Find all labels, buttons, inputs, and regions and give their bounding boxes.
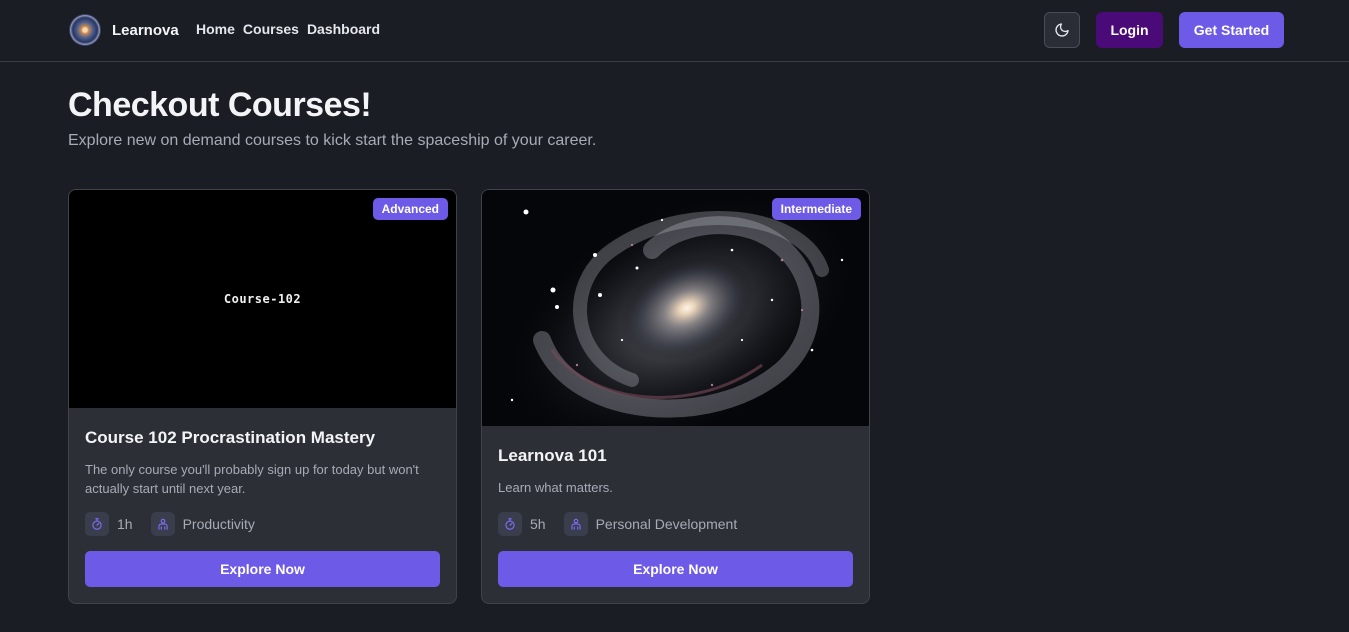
nav-link-courses[interactable]: Courses [243, 21, 299, 37]
nav-link-dashboard[interactable]: Dashboard [307, 21, 380, 37]
brand-link[interactable]: Learnova [70, 14, 179, 46]
nav-link-home[interactable]: Home [196, 21, 235, 37]
page-title: Checkout Courses! [68, 86, 372, 124]
course-card: Course-102 Advanced Course 102 Procrasti… [68, 189, 457, 604]
category-icon [150, 512, 175, 536]
page-subtitle: Explore new on demand courses to kick st… [68, 132, 597, 149]
navbar: Learnova Home Courses Dashboard Login Ge… [0, 0, 1349, 62]
card-body: Course 102 Procrastination Mastery The o… [85, 428, 440, 498]
course-title: Learnova 101 [498, 446, 607, 465]
course-category: Personal Development [595, 516, 738, 532]
course-duration: 5h [530, 516, 546, 532]
galaxy-image [482, 190, 869, 452]
explore-now-button[interactable]: Explore Now [498, 551, 853, 587]
course-card: Intermediate Learnova 101 Learn what mat… [481, 189, 870, 604]
login-button[interactable]: Login [1096, 12, 1163, 48]
level-badge: Advanced [372, 198, 448, 220]
level-badge: Intermediate [771, 198, 861, 220]
nav-links: Home Courses Dashboard [196, 21, 380, 37]
course-thumbnail [482, 190, 869, 452]
stopwatch-icon [498, 512, 522, 536]
thumbnail-text: Course-102 [223, 292, 302, 306]
course-meta: 1h Productivity [85, 512, 255, 536]
course-thumbnail: Course-102 [69, 190, 456, 408]
course-title: Course 102 Procrastination Mastery [85, 428, 376, 447]
brand-name: Learnova [112, 21, 179, 39]
course-category: Productivity [182, 516, 255, 532]
galaxy-logo-icon [70, 15, 100, 45]
moon-icon [1055, 23, 1069, 37]
course-duration: 1h [117, 516, 133, 532]
theme-toggle-button[interactable] [1044, 12, 1080, 48]
category-icon [563, 512, 588, 536]
card-body: Learnova 101 Learn what matters. [498, 446, 853, 497]
explore-now-button[interactable]: Explore Now [85, 551, 440, 587]
course-description: Learn what matters. [498, 480, 613, 495]
course-meta: 5h Personal Development [498, 512, 737, 536]
course-description: The only course you'll probably sign up … [85, 462, 419, 496]
get-started-button[interactable]: Get Started [1179, 12, 1284, 48]
stopwatch-icon [85, 512, 109, 536]
